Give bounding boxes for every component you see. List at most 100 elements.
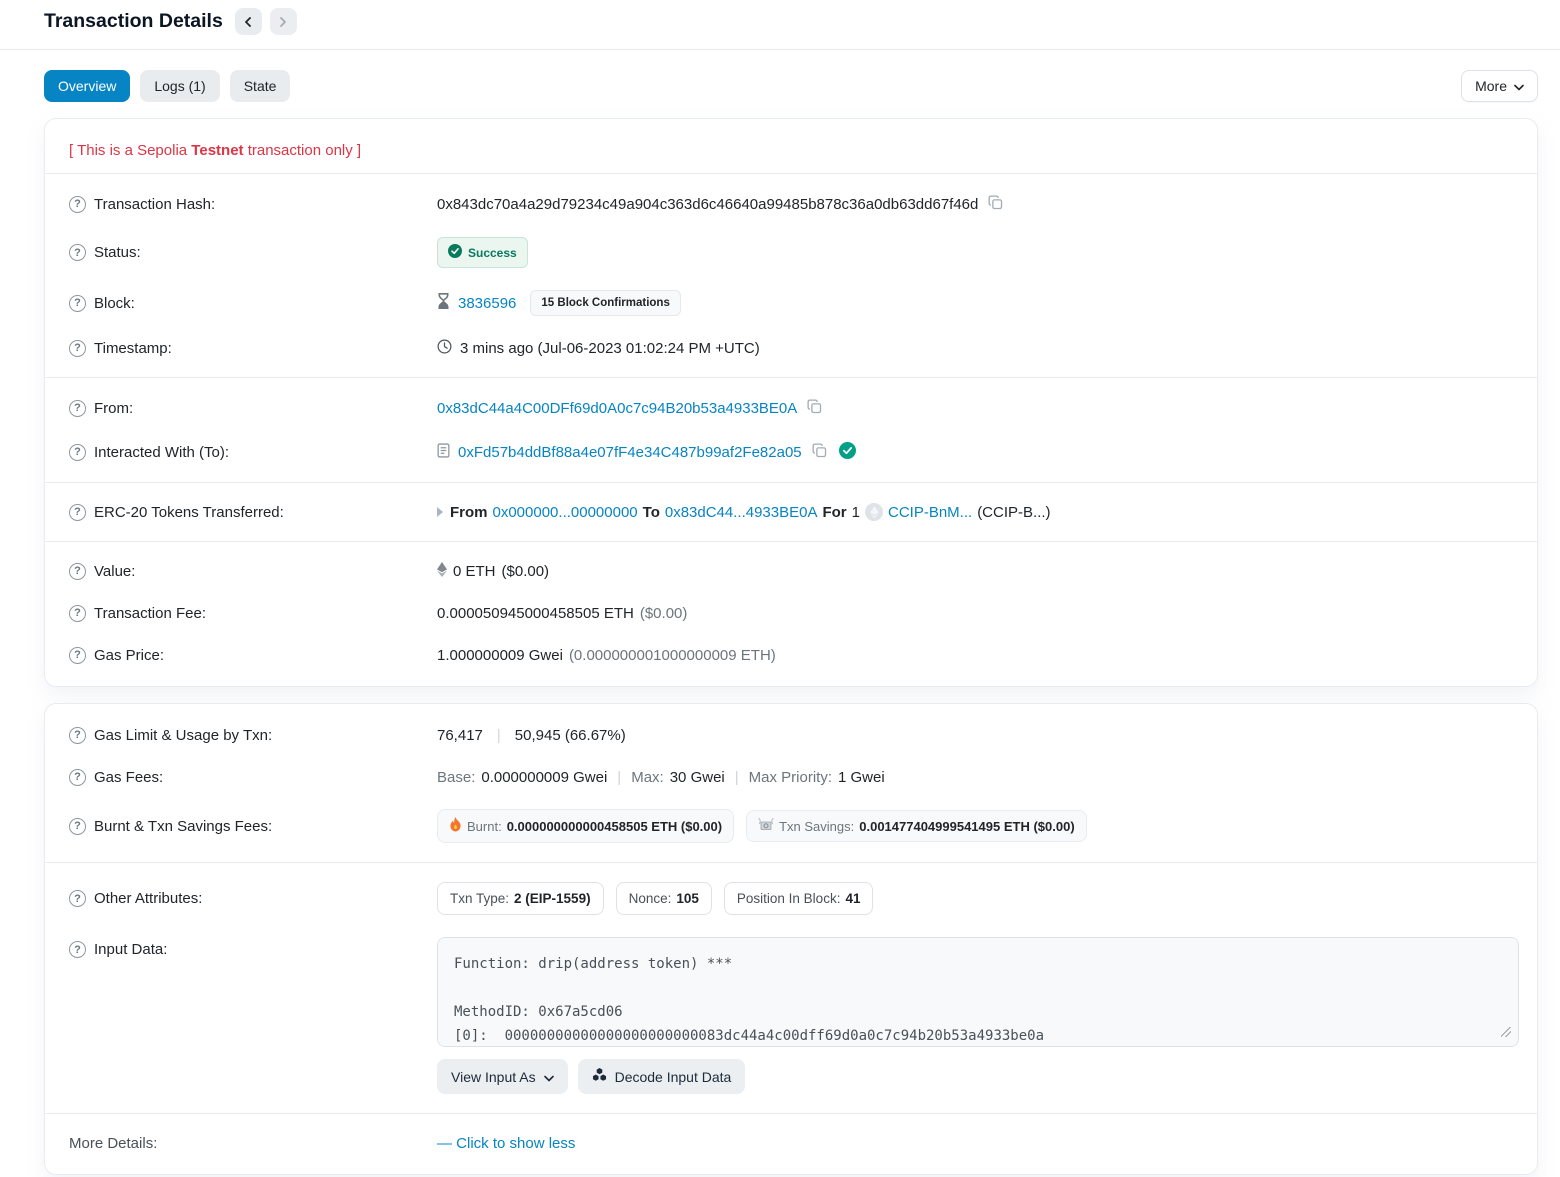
erc20-to-label: To (643, 504, 660, 521)
previous-txn-button[interactable] (235, 8, 262, 35)
transaction-hash-row: Transaction Hash: 0x843dc70a4a29d79234c4… (69, 182, 1513, 226)
next-txn-button[interactable] (270, 8, 297, 35)
max-fee-value: 30 Gwei (670, 769, 725, 786)
burnt-fees-row: Burnt & Txn Savings Fees: Burnt: 0.00000… (69, 798, 1513, 854)
separator: | (731, 769, 743, 786)
testnet-notice-bold: Testnet (191, 142, 243, 159)
erc20-token-link[interactable]: CCIP-BnM... (888, 504, 972, 521)
from-label: From: (94, 400, 133, 417)
max-fee-label: Max: (631, 769, 664, 786)
transaction-fee-amount: 0.000050945000458505 ETH (437, 605, 634, 622)
copy-hash-button[interactable] (986, 193, 1005, 215)
page-header: Transaction Details (0, 0, 1560, 50)
erc20-transfers-row: ERC-20 Tokens Transferred: From 0x000000… (69, 491, 1513, 533)
gas-used-value: 50,945 (66.67%) (515, 727, 626, 744)
chevron-down-icon (544, 1069, 554, 1085)
help-icon[interactable] (69, 444, 86, 461)
block-confirmations-badge: 15 Block Confirmations (530, 290, 680, 316)
nonce-badge: Nonce: 105 (616, 882, 712, 915)
timestamp-row: Timestamp: 3 mins ago (Jul-06-2023 01:02… (69, 327, 1513, 369)
block-number-link[interactable]: 3836596 (458, 295, 516, 312)
tabs-row: Overview Logs (1) State More (0, 50, 1560, 102)
help-icon[interactable] (69, 727, 86, 744)
gas-price-amount: 1.000000009 Gwei (437, 647, 563, 664)
help-icon[interactable] (69, 504, 86, 521)
show-less-link[interactable]: — Click to show less (437, 1135, 575, 1152)
to-address-link[interactable]: 0xFd57b4ddBf88a4e07fF4e34C487b99af2Fe82a… (458, 444, 802, 461)
txn-type-value: 2 (EIP-1559) (514, 891, 591, 906)
help-icon[interactable] (69, 196, 86, 213)
block-label: Block: (94, 295, 135, 312)
details-card: Gas Limit & Usage by Txn: 76,417 | 50,94… (44, 703, 1538, 1175)
txn-savings-label: Txn Savings: (779, 819, 854, 834)
separator: | (613, 769, 625, 786)
txn-savings-badge: Txn Savings: 0.001477404999541495 ETH ($… (746, 810, 1087, 842)
help-icon[interactable] (69, 890, 86, 907)
transaction-fee-usd: ($0.00) (640, 605, 688, 622)
help-icon[interactable] (69, 818, 86, 835)
separator: | (493, 727, 505, 744)
nonce-value: 105 (676, 891, 699, 906)
from-address-link[interactable]: 0x83dC44a4C00DFf69d0A0c7c94B20b53a4933BE… (437, 400, 797, 417)
caret-right-icon (437, 507, 443, 517)
tab-logs[interactable]: Logs (1) (140, 70, 219, 102)
help-icon[interactable] (69, 769, 86, 786)
gas-fees-label: Gas Fees: (94, 769, 163, 786)
gas-price-eth: (0.000000001000000009 ETH) (569, 647, 776, 664)
testnet-notice-prefix: [ This is a Sepolia (69, 142, 191, 159)
help-icon[interactable] (69, 244, 86, 261)
erc20-from-label: From (450, 504, 488, 521)
transaction-fee-label: Transaction Fee: (94, 605, 206, 622)
copy-icon (988, 195, 1003, 213)
copy-from-address-button[interactable] (805, 397, 824, 419)
interacted-with-row: Interacted With (To): 0xFd57b4ddBf88a4e0… (69, 430, 1513, 474)
transaction-hash-value: 0x843dc70a4a29d79234c49a904c363d6c46640a… (437, 196, 978, 213)
status-badge: Success (437, 237, 528, 268)
more-dropdown-button[interactable]: More (1461, 70, 1538, 102)
testnet-notice-suffix: transaction only ] (244, 142, 362, 159)
help-icon[interactable] (69, 400, 86, 417)
from-row: From: 0x83dC44a4C00DFf69d0A0c7c94B20b53a… (69, 386, 1513, 430)
txn-savings-value: 0.001477404999541495 ETH ($0.00) (859, 819, 1074, 834)
block-row: Block: 3836596 15 Block Confirmations (69, 279, 1513, 327)
erc20-amount: 1 (852, 504, 860, 521)
token-logo-icon (865, 503, 883, 521)
help-icon[interactable] (69, 340, 86, 357)
interacted-with-label: Interacted With (To): (94, 444, 229, 461)
gas-limit-label: Gas Limit & Usage by Txn: (94, 727, 272, 744)
chevron-left-icon (243, 17, 253, 27)
base-fee-value: 0.000000009 Gwei (481, 769, 607, 786)
help-icon[interactable] (69, 563, 86, 580)
resize-grip[interactable] (1501, 1027, 1511, 1037)
erc20-to-address-link[interactable]: 0x83dC44...4933BE0A (665, 504, 818, 521)
tab-overview[interactable]: Overview (44, 70, 130, 102)
gas-price-row: Gas Price: 1.000000009 Gwei (0.000000001… (69, 634, 1513, 676)
more-details-label: More Details: (69, 1135, 157, 1152)
verified-contract-icon (839, 442, 856, 463)
chevron-down-icon (1514, 78, 1524, 94)
help-icon[interactable] (69, 295, 86, 312)
gas-price-label: Gas Price: (94, 647, 164, 664)
position-in-block-label: Position In Block: (737, 891, 841, 906)
erc20-transfers-label: ERC-20 Tokens Transferred: (94, 504, 284, 521)
decode-input-data-button[interactable]: Decode Input Data (578, 1059, 746, 1094)
other-attributes-label: Other Attributes: (94, 890, 202, 907)
testnet-notice: [ This is a Sepolia Testnet transaction … (69, 129, 1513, 165)
copy-to-address-button[interactable] (810, 441, 829, 463)
burnt-fees-label: Burnt & Txn Savings Fees: (94, 818, 272, 835)
more-details-row: More Details: — Click to show less (69, 1122, 1513, 1164)
position-in-block-badge: Position In Block: 41 (724, 882, 874, 915)
help-icon[interactable] (69, 647, 86, 664)
help-icon[interactable] (69, 941, 86, 958)
contract-file-icon (437, 443, 450, 462)
input-data-textarea[interactable]: Function: drip(address token) *** Method… (437, 937, 1519, 1047)
max-priority-fee-value: 1 Gwei (838, 769, 885, 786)
value-usd: ($0.00) (502, 563, 550, 580)
clock-icon (437, 339, 452, 358)
erc20-from-address-link[interactable]: 0x000000...00000000 (493, 504, 638, 521)
help-icon[interactable] (69, 605, 86, 622)
tab-state[interactable]: State (230, 70, 291, 102)
money-wings-icon (758, 818, 774, 834)
view-input-as-button[interactable]: View Input As (437, 1059, 568, 1094)
gas-fees-row: Gas Fees: Base: 0.000000009 Gwei | Max: … (69, 756, 1513, 798)
